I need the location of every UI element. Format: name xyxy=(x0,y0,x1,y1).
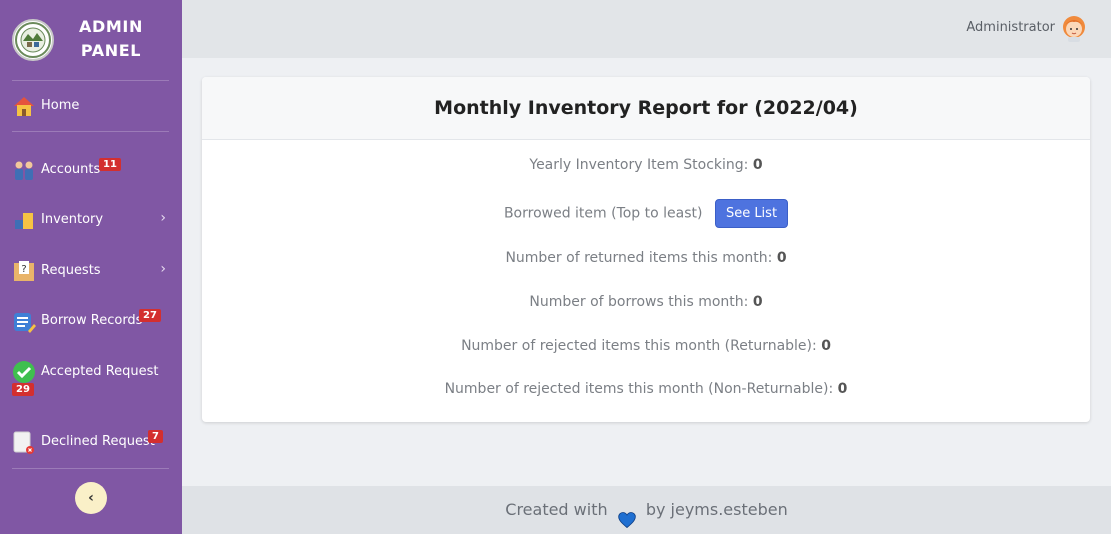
see-list-button[interactable]: See List xyxy=(714,199,789,228)
user-avatar-icon[interactable] xyxy=(1061,14,1087,42)
footer-prefix: Created with xyxy=(505,500,608,519)
user-name[interactable]: Administrator xyxy=(966,20,1055,35)
sidebar-divider xyxy=(12,131,169,132)
sidebar-toggle-button[interactable]: ‹ xyxy=(75,482,107,514)
brand[interactable]: ADMIN PANEL xyxy=(0,0,182,80)
page-title: Monthly Inventory Report for (2022/04) xyxy=(434,97,858,119)
chevron-left-icon: ‹ xyxy=(88,490,94,506)
sidebar-item-label: Declined Request xyxy=(41,434,155,449)
home-icon xyxy=(12,94,36,118)
card-header: Monthly Inventory Report for (2022/04) xyxy=(202,77,1090,140)
stat-value: 0 xyxy=(752,157,763,173)
chevron-right-icon: › xyxy=(160,210,166,226)
sidebar-item-label: Accepted Request xyxy=(41,364,159,379)
seal-logo-icon xyxy=(12,19,54,61)
svg-text:?: ? xyxy=(21,264,26,275)
sidebar-item-inventory[interactable]: Inventory › xyxy=(12,204,172,236)
sidebar-divider xyxy=(12,468,169,469)
borrowed-items-stat: Borrowed item (Top to least) See List xyxy=(202,199,1090,228)
brand-title: ADMIN PANEL xyxy=(70,15,152,63)
brand-title-line2: PANEL xyxy=(80,41,142,60)
returned-items-stat: Number of returned items this month: 0 xyxy=(202,250,1090,266)
rejected-non-returnable-stat: Number of rejected items this month (Non… xyxy=(202,381,1090,397)
topbar: Administrator xyxy=(182,0,1111,58)
chevron-right-icon: › xyxy=(160,261,166,277)
sidebar-item-accounts[interactable]: Accounts 11 xyxy=(12,154,172,186)
stat-value: 0 xyxy=(837,381,848,397)
sidebar-item-label: Inventory xyxy=(41,212,104,227)
declined-doc-icon xyxy=(12,430,36,454)
accepted-request-count-badge: 29 xyxy=(12,383,34,396)
stat-label: Number of rejected items this month (Non… xyxy=(444,381,834,397)
sidebar-divider xyxy=(12,80,169,81)
stat-value: 0 xyxy=(821,338,831,354)
stat-label: Number of rejected items this month (Ret… xyxy=(461,338,817,354)
declined-request-count-badge: 7 xyxy=(148,430,163,443)
records-icon xyxy=(12,309,36,333)
borrows-stat: Number of borrows this month: 0 xyxy=(202,294,1090,310)
boxes-icon xyxy=(12,208,36,232)
footer: Created with by jeyms.esteben xyxy=(182,486,1111,534)
sidebar: ADMIN PANEL Home Accounts 11 Inventory ›… xyxy=(0,0,182,534)
check-circle-icon xyxy=(12,360,36,384)
report-card: Monthly Inventory Report for (2022/04) Y… xyxy=(202,77,1090,422)
sidebar-item-borrow-records[interactable]: Borrow Records 27 xyxy=(12,305,172,337)
sidebar-item-home[interactable]: Home xyxy=(12,90,172,122)
stat-label: Yearly Inventory Item Stocking: xyxy=(529,157,749,173)
users-icon xyxy=(12,158,36,182)
heart-icon xyxy=(617,501,637,528)
stat-label: Number of borrows this month: xyxy=(529,294,749,310)
question-box-icon: ? xyxy=(12,259,36,283)
accounts-count-badge: 11 xyxy=(99,158,121,171)
brand-title-line1: ADMIN xyxy=(79,17,143,36)
sidebar-item-declined-request[interactable]: Declined Request 7 xyxy=(12,426,172,458)
sidebar-item-label: Borrow Records xyxy=(41,313,143,328)
sidebar-item-label: Accounts xyxy=(41,162,101,177)
footer-suffix[interactable]: by jeyms.esteben xyxy=(646,500,788,519)
sidebar-item-label: Requests xyxy=(41,263,101,278)
borrow-records-count-badge: 27 xyxy=(139,309,161,322)
rejected-returnable-stat: Number of rejected items this month (Ret… xyxy=(202,338,1090,354)
sidebar-item-requests[interactable]: ? Requests › xyxy=(12,255,172,287)
stat-value: 0 xyxy=(752,294,763,310)
stat-label: Borrowed item (Top to least) xyxy=(503,205,703,222)
yearly-stocking-stat: Yearly Inventory Item Stocking: 0 xyxy=(202,157,1090,173)
stat-label: Number of returned items this month: xyxy=(505,250,773,266)
sidebar-item-label: Home xyxy=(41,98,80,113)
stat-value: 0 xyxy=(776,250,787,266)
sidebar-item-accepted-request[interactable]: Accepted Request 29 xyxy=(12,356,172,400)
